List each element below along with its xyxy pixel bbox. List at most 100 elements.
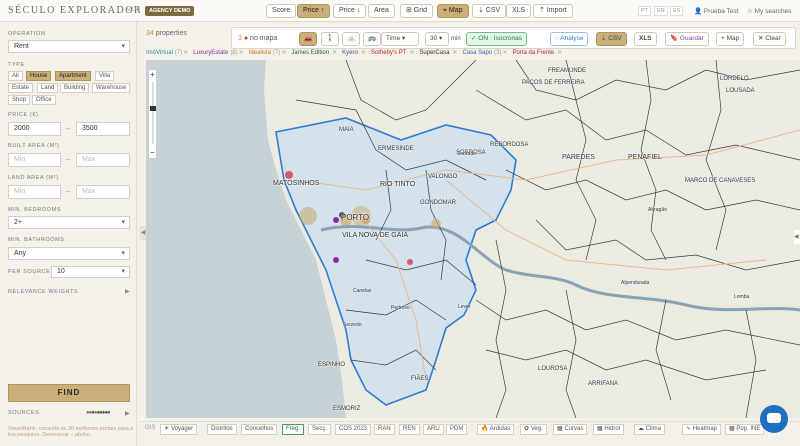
remove-icon[interactable]: ✕ [452, 50, 457, 56]
remove-icon[interactable]: ✕ [239, 50, 244, 56]
zoom-out-button[interactable]: − [149, 148, 156, 158]
right-collapse-handle[interactable]: ◀ [794, 230, 800, 244]
type-chip-house[interactable]: House [26, 71, 52, 81]
price-min-input[interactable]: 2000 [8, 122, 61, 136]
map-view-button[interactable]: ⌖ Map [437, 4, 469, 18]
source-filter-im-virtual[interactable]: ImóVirtual (7)✕ [146, 50, 188, 56]
xls-button[interactable]: XLS [634, 32, 657, 46]
built-area-min-input[interactable]: Min [8, 153, 61, 167]
layer-toggle-ren[interactable]: REN [399, 424, 420, 435]
map-label: Pedroso [391, 305, 410, 311]
mode-car-button[interactable]: 🚗 [299, 32, 318, 46]
gis-layer-bar: GIS ☀ Voyager Distritos Concelhos Freg. Secç… [140, 421, 800, 436]
zoom-in-button[interactable]: + [149, 70, 156, 80]
no-map-count[interactable]: 3 ● no mapa [238, 35, 277, 42]
layer-toggle-freg[interactable]: Freg. [282, 424, 305, 435]
source-filter-supercasa[interactable]: SuperCasa ✕ [419, 50, 457, 56]
layer-toggle-distritos[interactable]: Distritos [207, 424, 237, 435]
clear-button[interactable]: ✕ Clear [753, 32, 786, 46]
chat-button[interactable] [760, 405, 788, 433]
source-filter-idealista[interactable]: Idealista (7)✕ [249, 50, 287, 56]
type-chip-building[interactable]: Building [60, 83, 90, 93]
sort-price-desc-button[interactable]: Price ↓ [333, 4, 367, 18]
csv-button[interactable]: ⇣ CSV [596, 32, 627, 46]
source-filter-kyero[interactable]: Kyero ✕ [342, 50, 366, 56]
sort-price-asc-button[interactable]: Price ↑ [297, 4, 331, 18]
user-menu[interactable]: 👤 Prueba Test [694, 7, 738, 15]
app-logo[interactable]: SÉCULO EXPLORADOR [8, 5, 142, 16]
price-max-input[interactable]: 3500 [76, 122, 130, 136]
source-filter-luxuryestate[interactable]: LuxuryEstate (8)✕ [193, 50, 243, 56]
remove-icon[interactable]: ✕ [332, 50, 337, 56]
remove-icon[interactable]: ✕ [557, 50, 562, 56]
built-area-max-input[interactable]: Max [76, 153, 130, 167]
remove-icon[interactable]: ✕ [361, 50, 366, 56]
lang-es-button[interactable]: ES [670, 6, 684, 16]
source-dots: ●●●●●●●●● [86, 410, 111, 416]
type-chip-apartment[interactable]: Apartment [55, 71, 91, 81]
layer-toggle-heatmap[interactable]: ∿ Heatmap [682, 424, 722, 435]
export-xls-button[interactable]: XLS [506, 4, 532, 18]
remove-icon[interactable]: ✕ [502, 50, 507, 56]
add-map-button[interactable]: + Map [716, 32, 745, 46]
bathrooms-select[interactable]: Any ▾ [8, 247, 130, 260]
sort-score-button[interactable]: Score [266, 4, 297, 18]
isochrone-mode-select[interactable]: Time ▾ [381, 32, 419, 46]
minutes-unit: min [451, 36, 461, 42]
source-filter-james-edition[interactable]: James Edition ✕ [291, 50, 337, 56]
remove-icon[interactable]: ✕ [281, 50, 286, 56]
find-button[interactable]: FIND [8, 384, 130, 402]
lang-pt-button[interactable]: PT [638, 6, 652, 16]
grid-view-button[interactable]: ⊞ Grid [400, 4, 434, 18]
relevance-weights-toggle[interactable]: RELEVANCE WEIGHTS [8, 289, 78, 295]
lang-en-button[interactable]: EN [654, 6, 668, 16]
zoom-slider-handle[interactable] [150, 106, 156, 111]
type-chip-villa[interactable]: Villa [95, 71, 115, 81]
layer-toggle-sec[interactable]: Secç. [308, 424, 332, 435]
layer-toggle-pdm[interactable]: PDM [446, 424, 468, 435]
layer-toggle-clima[interactable]: ☁ Clima [634, 424, 666, 435]
mode-bike-button[interactable]: 🚲 [342, 32, 361, 46]
sort-area-button[interactable]: Area [368, 4, 395, 18]
layer-toggle-ardidas[interactable]: 🔥 Ardidas [477, 424, 515, 435]
land-area-max-input[interactable]: Max [76, 185, 130, 199]
layer-toggle-hidrol[interactable]: ▦ Hidrol [593, 424, 625, 435]
layer-toggle-pop-ine[interactable]: ▦ Pop. INE [725, 424, 765, 435]
source-filter-sotheby-s-pt[interactable]: Sotheby's PT ✕ [371, 50, 415, 56]
land-area-min-input[interactable]: Min [8, 185, 61, 199]
analyse-button[interactable]: ◌ Analyse [550, 32, 589, 46]
operation-select[interactable]: Rent ▾ [8, 40, 130, 53]
version-label: v236 [127, 7, 141, 13]
layer-toggle-veg[interactable]: ✿ Veg. [520, 424, 547, 435]
type-chip-office[interactable]: Office [32, 95, 56, 105]
map-canvas[interactable]: FREAMUNDE PAÇOS DE FERREIRA LORDELO LOUSADA… [146, 60, 800, 418]
isochrone-toggle[interactable]: ✓ ON · Isocronas [466, 32, 527, 46]
mode-transit-button[interactable]: 🚌 [363, 32, 382, 46]
layer-toggle-curvas[interactable]: ▦ Curvas [553, 424, 588, 435]
source-filter-porta-da-frente[interactable]: Porta da Frente ✕ [513, 50, 563, 56]
type-chip-shop[interactable]: Shop [8, 95, 31, 105]
per-source-select[interactable]: 10 ▾ [51, 266, 130, 278]
save-button[interactable]: 🔖 Guardar [665, 32, 709, 46]
layer-toggle-aru[interactable]: ARU [423, 424, 444, 435]
source-filter-casa-sapo[interactable]: Casa Sapo (3)✕ [462, 50, 507, 56]
zoom-slider-track[interactable] [152, 82, 154, 144]
bedrooms-select[interactable]: 2+ ▾ [8, 216, 130, 229]
export-csv-button[interactable]: ⇣ CSV [472, 4, 507, 18]
layer-toggle-voyager[interactable]: ☀ Voyager [160, 424, 198, 435]
mode-walk-button[interactable]: 🚶 [321, 32, 340, 46]
layer-toggle-cos-2023[interactable]: COS 2023 [335, 424, 372, 435]
import-button[interactable]: ⇡ Import [533, 4, 573, 18]
remove-icon[interactable]: ✕ [409, 50, 414, 56]
minutes-select[interactable]: 30 ▾ [425, 32, 449, 46]
map-label: LOUROSA [538, 366, 568, 372]
chevron-right-icon[interactable]: ▶ [125, 410, 130, 417]
remove-icon[interactable]: ✕ [183, 50, 188, 56]
type-chip-land[interactable]: Land [37, 83, 59, 93]
layer-toggle-concelhos[interactable]: Concelhos [241, 424, 278, 435]
layer-toggle-ran[interactable]: RAN [374, 424, 395, 435]
my-searches-link[interactable]: ☆ My searches [747, 7, 792, 15]
type-chip-estate[interactable]: Estate [8, 83, 34, 93]
type-chip-warehouse[interactable]: Warehouse [92, 83, 131, 93]
type-chip-all[interactable]: All [8, 71, 23, 81]
